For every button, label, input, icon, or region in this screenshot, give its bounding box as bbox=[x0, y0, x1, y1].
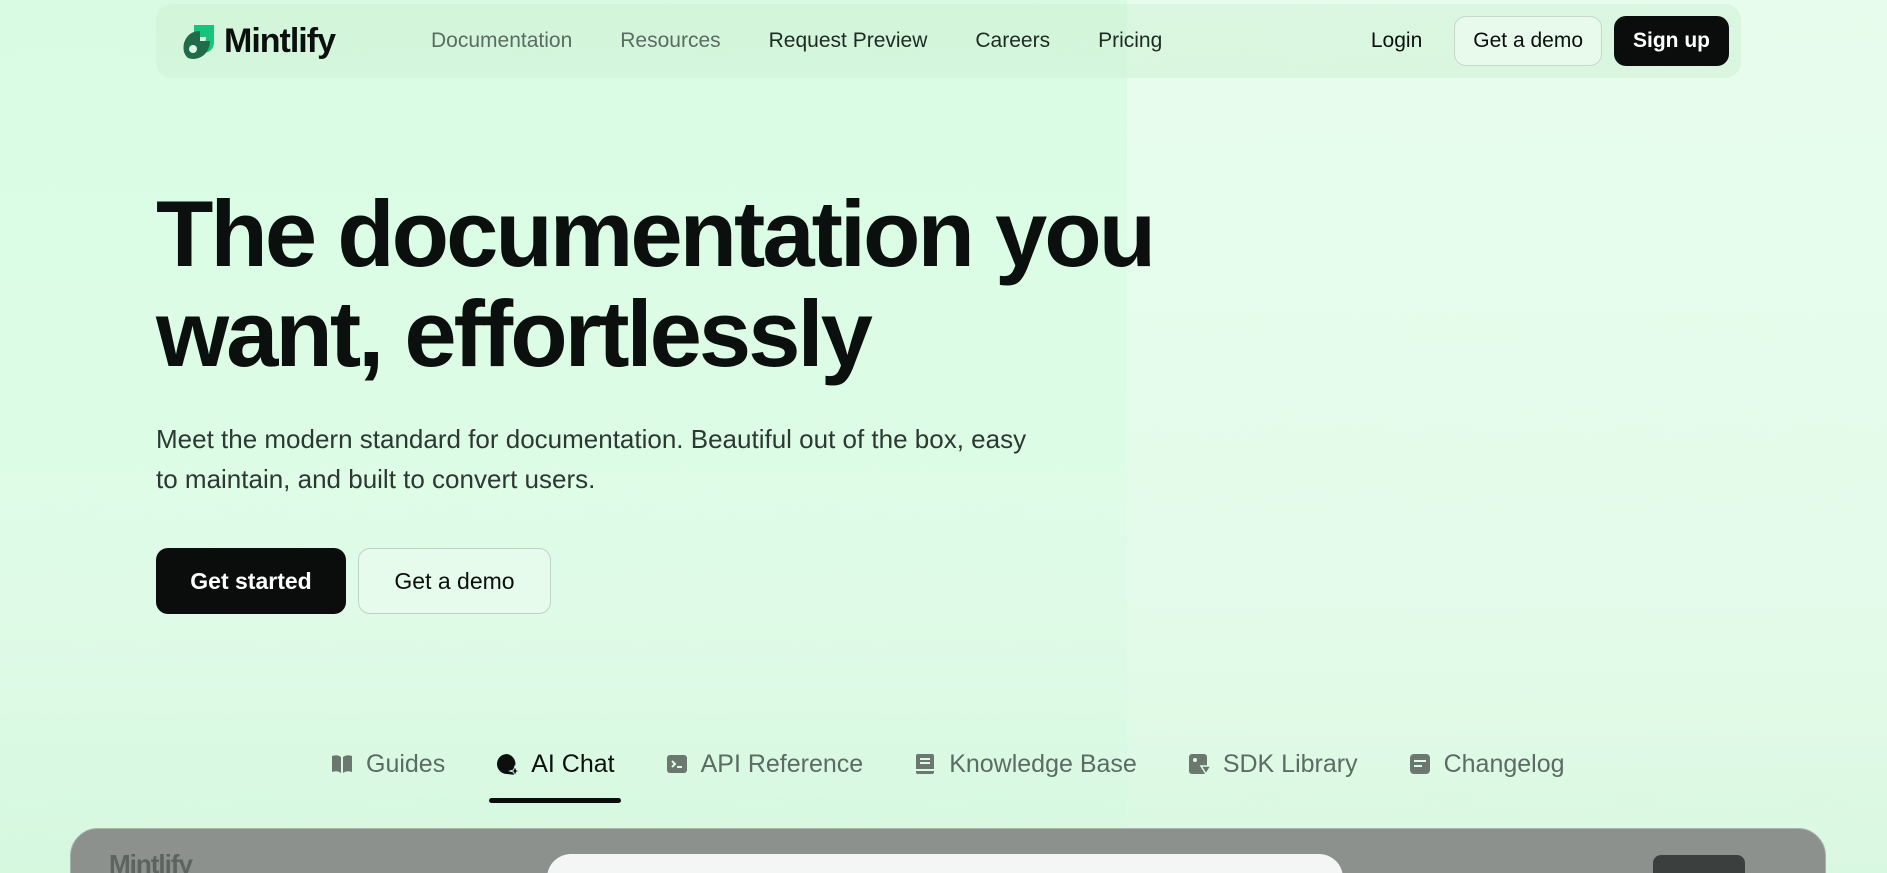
preview-sign-up-button bbox=[1653, 855, 1745, 873]
tab-label: Guides bbox=[366, 749, 446, 778]
tab-sdk-library[interactable]: SDK Library bbox=[1187, 744, 1358, 784]
book-open-icon bbox=[330, 752, 354, 776]
get-started-button[interactable]: Get started bbox=[156, 548, 346, 614]
hero-cta-group: Get started Get a demo bbox=[156, 548, 551, 614]
hero-title-line-1: The documentation you bbox=[156, 181, 1156, 286]
hero-get-demo-button[interactable]: Get a demo bbox=[358, 548, 551, 614]
hero-title-line-2: want, effortlessly bbox=[156, 281, 873, 386]
feature-tabs: Guides AI Chat API Reference Knowledge B… bbox=[330, 744, 1615, 810]
tab-guides[interactable]: Guides bbox=[330, 744, 445, 784]
nav-link-careers[interactable]: Careers bbox=[975, 29, 1050, 53]
brand-name: Mintlify bbox=[224, 22, 336, 60]
nav-links: Documentation Resources Request Preview … bbox=[431, 4, 1210, 78]
preview-chat-panel bbox=[547, 854, 1343, 873]
product-preview-frame: Mintlify bbox=[70, 828, 1826, 873]
tab-label: API Reference bbox=[700, 749, 864, 778]
chat-sparkle-icon bbox=[495, 752, 523, 778]
changelog-icon bbox=[1408, 752, 1432, 776]
tab-knowledge-base[interactable]: Knowledge Base bbox=[913, 744, 1137, 784]
preview-logo: Mintlify bbox=[109, 849, 193, 873]
nav-actions: Login Get a demo Sign up bbox=[1371, 15, 1729, 67]
sdk-icon bbox=[1187, 752, 1213, 776]
tab-changelog[interactable]: Changelog bbox=[1408, 744, 1565, 784]
background-panel bbox=[1127, 0, 1887, 873]
book-icon bbox=[913, 752, 937, 776]
tab-label: Changelog bbox=[1443, 749, 1565, 778]
mintlify-logo-icon bbox=[180, 23, 218, 61]
tab-label: SDK Library bbox=[1222, 749, 1358, 778]
tab-ai-chat[interactable]: AI Chat bbox=[489, 744, 621, 803]
hero-subtitle: Meet the modern standard for documentati… bbox=[156, 419, 1116, 499]
sign-up-button[interactable]: Sign up bbox=[1614, 16, 1729, 66]
hero-subtitle-line-1: Meet the modern standard for documentati… bbox=[156, 424, 1027, 454]
login-link[interactable]: Login bbox=[1371, 29, 1422, 53]
tab-label: AI Chat bbox=[531, 749, 615, 778]
hero-title: The documentation you want, effortlessly bbox=[156, 184, 1156, 384]
get-demo-button[interactable]: Get a demo bbox=[1454, 16, 1602, 66]
terminal-icon bbox=[665, 752, 689, 776]
nav-link-request-preview[interactable]: Request Preview bbox=[769, 29, 928, 53]
top-navigation: Mintlify Documentation Resources Request… bbox=[156, 4, 1741, 78]
tab-api-reference[interactable]: API Reference bbox=[665, 744, 864, 784]
brand-logo[interactable]: Mintlify bbox=[180, 22, 336, 61]
tab-label: Knowledge Base bbox=[949, 749, 1137, 778]
nav-link-documentation[interactable]: Documentation bbox=[431, 29, 572, 53]
nav-link-resources[interactable]: Resources bbox=[620, 29, 720, 53]
nav-link-pricing[interactable]: Pricing bbox=[1098, 29, 1162, 53]
hero-subtitle-line-2: to maintain, and built to convert users. bbox=[156, 464, 596, 494]
